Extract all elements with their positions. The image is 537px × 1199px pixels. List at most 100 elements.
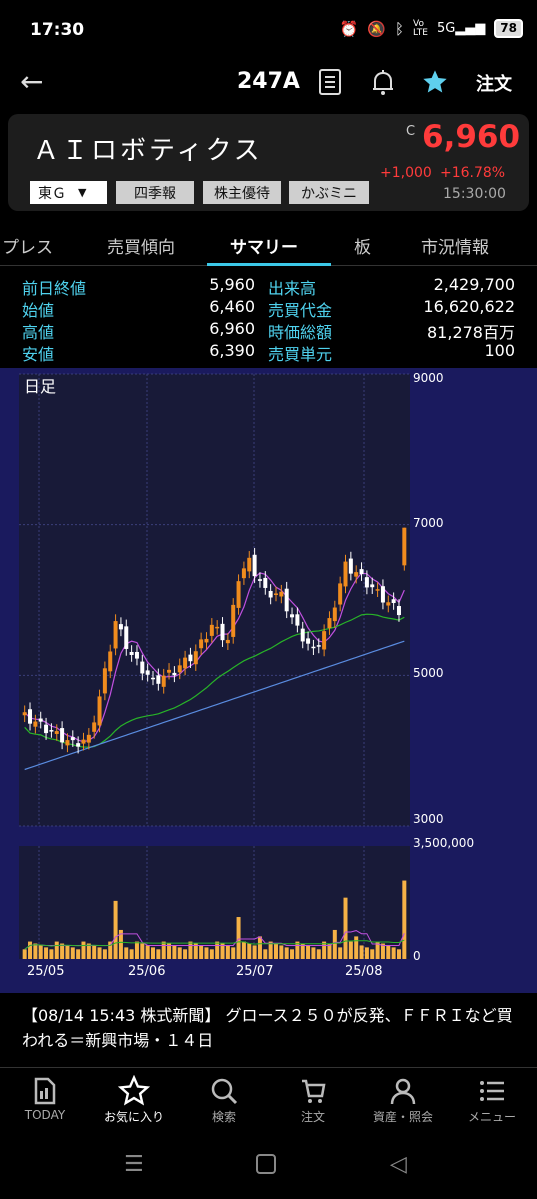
news-headline[interactable]: 【08/14 15:43 株式新聞】 グロース２５０が反発、ＦＦＲＩなど買われる… [22, 1003, 522, 1053]
menu-icon [477, 1074, 507, 1108]
candle-37 [220, 623, 225, 641]
star-outline-icon [118, 1074, 150, 1108]
volume-bar-2 [33, 943, 38, 959]
system-back-button[interactable]: ◁ [390, 1152, 407, 1177]
market-select[interactable]: 東Ｇ ▼ [30, 181, 107, 204]
volume-bar-45 [263, 949, 268, 959]
candle-52 [300, 628, 305, 642]
volume-bar-35 [209, 949, 214, 959]
nav-divider [0, 1067, 537, 1068]
dropdown-icon: ▼ [78, 186, 87, 199]
candle-23 [145, 670, 150, 675]
nav-search[interactable]: 検索 [184, 1074, 264, 1125]
nav-menu[interactable]: メニュー [452, 1074, 532, 1125]
volume-bar-25 [156, 949, 161, 959]
price-tick-9000: 9000 [413, 371, 444, 385]
candle-2 [33, 721, 38, 727]
candle-60 [343, 561, 348, 587]
tab-press[interactable]: プレス [2, 233, 53, 258]
x-tick-may: 25/05 [27, 964, 64, 979]
value-open: 6,460 [209, 297, 255, 316]
candle-20 [129, 651, 134, 655]
nav-assets-label: 資産・照会 [372, 1110, 433, 1124]
nav-favorites[interactable]: お気に入り [94, 1074, 174, 1125]
candle-46 [268, 590, 273, 598]
cart-icon [298, 1074, 328, 1108]
volume-bar-36 [215, 941, 220, 959]
person-icon [388, 1074, 418, 1108]
nav-order[interactable]: 注文 [273, 1074, 353, 1125]
tab-trend[interactable]: 売買傾向 [107, 233, 175, 258]
value-turnover: 16,620,622 [423, 297, 515, 316]
candle-30 [183, 657, 188, 669]
tab-summary[interactable]: サマリー [230, 233, 298, 258]
candle-24 [151, 677, 156, 680]
order-button[interactable]: 注文 [476, 70, 512, 96]
tag-yutai[interactable]: 株主優待 [203, 181, 281, 204]
screen: { "status": {"time": "17:30", "battery":… [0, 0, 537, 1199]
candle-48 [279, 591, 284, 597]
candle-62 [354, 572, 359, 577]
nav-assets[interactable]: 資産・照会 [363, 1074, 443, 1125]
candle-32 [193, 651, 198, 665]
tag-shikiho[interactable]: 四季報 [116, 181, 194, 204]
candle-16 [108, 651, 113, 672]
stock-name: ＡＩロボティクス [33, 136, 263, 166]
document-chart-icon [30, 1074, 60, 1108]
volume-bar-14 [97, 947, 102, 959]
candle-68 [386, 602, 391, 606]
candle-9 [70, 737, 75, 741]
volume-bar-53 [306, 945, 311, 959]
candle-22 [140, 661, 145, 674]
tab-market-info[interactable]: 市況情報 [421, 233, 489, 258]
candle-19 [124, 626, 129, 649]
volume-bar-8 [65, 945, 70, 959]
candle-54 [311, 646, 316, 649]
candle-0 [22, 712, 27, 716]
volume-bar-68 [386, 945, 391, 959]
volume-bar-5 [49, 949, 54, 959]
candle-45 [263, 577, 268, 588]
search-icon [209, 1074, 239, 1108]
candle-69 [391, 599, 396, 604]
volume-bar-34 [204, 947, 209, 959]
volume-bar-22 [140, 943, 145, 959]
nav-order-label: 注文 [300, 1110, 325, 1124]
price-mark: C [406, 124, 416, 139]
volume-bar-4 [44, 947, 49, 959]
bluetooth-icon: ᛒ [394, 19, 404, 38]
bell-icon[interactable] [368, 66, 398, 98]
candle-40 [236, 581, 241, 608]
value-low: 6,390 [209, 341, 255, 360]
volte-icon: Vo LTE [412, 18, 428, 38]
nav-today[interactable]: TODAY [5, 1074, 85, 1122]
recent-apps-button[interactable]: ☰ [124, 1152, 144, 1177]
tab-board[interactable]: 板 [354, 233, 371, 258]
current-price: 6,960 [422, 119, 521, 155]
value-prev-close: 5,960 [209, 275, 255, 294]
status-icons: ⏰ 🔕 ᛒ Vo LTE 5G▂▄▆ 78 [340, 19, 523, 38]
candle-57 [327, 618, 332, 629]
chart-title: 日足 [24, 377, 56, 396]
stock-code: 247A [237, 69, 300, 94]
tag-kabumini[interactable]: かぶミニ [289, 181, 369, 204]
price-change-pct: +16.78% [440, 165, 506, 181]
volume-bar-54 [311, 947, 316, 959]
candle-59 [338, 583, 343, 605]
volume-bar-26 [161, 941, 166, 959]
volume-bar-44 [257, 936, 262, 959]
price-tick-3000: 3000 [413, 812, 444, 826]
volume-bar-20 [129, 949, 134, 959]
candle-42 [247, 557, 252, 572]
back-button[interactable]: ← [20, 66, 43, 98]
candle-28 [172, 672, 177, 676]
candle-44 [257, 579, 262, 581]
candle-39 [231, 604, 236, 637]
price-tick-5000: 5000 [413, 666, 444, 680]
candle-67 [380, 586, 385, 603]
document-icon[interactable] [315, 66, 345, 98]
star-icon[interactable] [420, 66, 450, 98]
price-chart[interactable]: 日足 9000 7000 5000 3000 3,500,000 0 25/05… [0, 368, 537, 993]
candle-6 [54, 731, 59, 734]
home-button[interactable] [256, 1154, 276, 1174]
